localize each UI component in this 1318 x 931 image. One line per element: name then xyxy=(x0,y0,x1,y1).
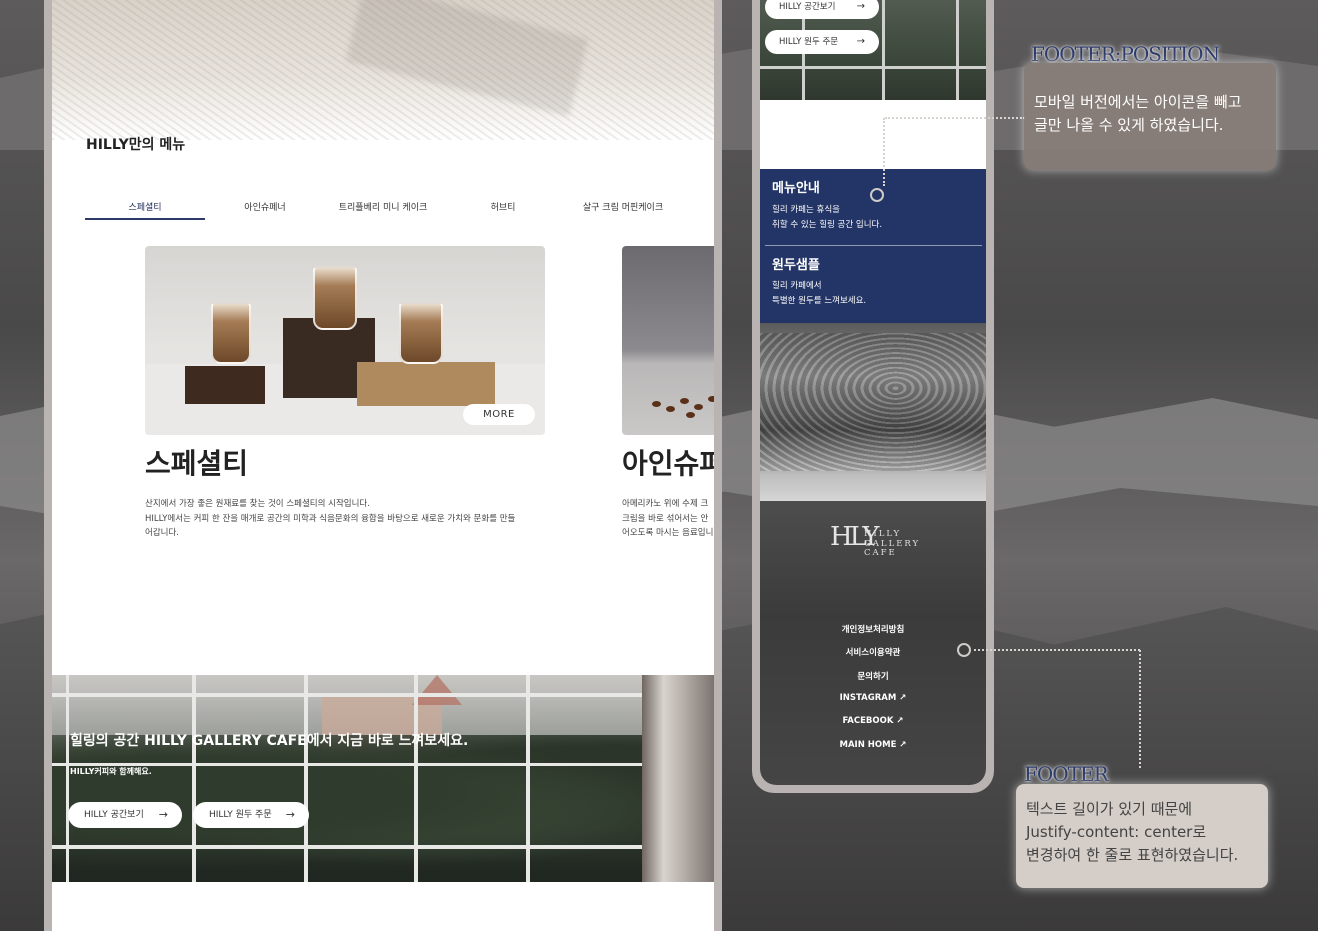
coffee-bean xyxy=(694,404,703,410)
cafe-logo-text: HILLY GALLERY CAFE xyxy=(864,529,920,559)
annotation-marker xyxy=(870,188,884,202)
tab-herb-tea[interactable]: 허브티 xyxy=(443,196,563,220)
desc-line: 산지에서 가장 좋은 원재료를 찾는 것이 스페셜티의 시작입니다. xyxy=(145,499,370,509)
note-line: 글만 나올 수 있게 하였습니다. xyxy=(1034,116,1224,134)
coffee-bean xyxy=(686,412,695,418)
coffee-cup xyxy=(313,266,357,330)
annotation-connector xyxy=(883,118,885,186)
tab-triple-berry-cake[interactable]: 트리플베리 미니 케이크 xyxy=(323,196,443,220)
tab-specialty[interactable]: 스페셜티 xyxy=(85,196,205,220)
banner-title: 힐링의 공간 HILLY GALLERY CAFE에서 지금 바로 느껴보세요. xyxy=(70,733,469,749)
window-frame xyxy=(882,0,885,100)
hero-fabric-image xyxy=(52,0,714,140)
card-title: 아인슈퍼 xyxy=(622,447,714,480)
mobile-spacer xyxy=(760,100,986,170)
window-frame xyxy=(304,675,308,882)
section-title: HILLY만의 메뉴 xyxy=(86,137,186,153)
banner-subtitle: HILLY커피와 함께해요. xyxy=(70,767,152,776)
note-line: 변경하여 한 줄로 표현하였습니다. xyxy=(1026,846,1239,864)
desc-line: 취할 수 있는 힐링 공간 입니다. xyxy=(772,220,883,230)
desc-line: 아메리카노 위에 수제 크 xyxy=(622,499,709,509)
window-frame xyxy=(414,675,418,882)
button-label: HILLY 원두 주문 xyxy=(779,37,839,47)
footer-link-contact[interactable]: 문의하기 xyxy=(760,670,986,682)
arrow-right-icon: → xyxy=(285,808,295,821)
mobile-view-space-button[interactable]: HILLY 공간보기 → xyxy=(765,0,879,19)
banner-roof xyxy=(412,675,462,705)
card-description: 산지에서 가장 좋은 원재료를 찾는 것이 스페셜티의 시작입니다. HILLY… xyxy=(145,497,550,541)
window-frame xyxy=(526,675,530,882)
note-line: 텍스트 길이가 있기 때문에 xyxy=(1026,800,1193,818)
desc-line: 어오도록 마시는 음료입니 xyxy=(622,528,714,538)
card-description: 아메리카노 위에 수제 크 크림을 바로 섞어서는 안 어오도록 마시는 음료입… xyxy=(622,497,714,541)
footer-label: FOOTER xyxy=(1024,762,1109,786)
coffee-bean xyxy=(680,398,689,404)
button-label: HILLY 공간보기 xyxy=(84,810,144,820)
specialty-image[interactable]: MORE xyxy=(145,246,545,435)
view-space-button[interactable]: HILLY 공간보기 → xyxy=(68,802,182,828)
annotation-connector xyxy=(1139,650,1141,768)
banner-pillar xyxy=(642,675,714,882)
divider xyxy=(765,245,982,246)
desc-line: 크림을 바로 섞어서는 안 xyxy=(622,513,709,524)
annotation-connector xyxy=(885,117,1025,119)
desktop-mockup: HILLY만의 메뉴 스페셜티 아인슈페너 트리플베리 미니 케이크 허브티 살… xyxy=(44,0,722,931)
arrow-right-icon: → xyxy=(856,1,865,12)
footer-position-note: 모바일 버전에서는 아이콘을 빼고 글만 나올 수 있게 하였습니다. xyxy=(1024,63,1276,170)
window-frame xyxy=(52,845,652,849)
wood-block xyxy=(185,366,265,404)
window-frame xyxy=(956,0,959,100)
footer-link-privacy[interactable]: 개인정보처리방침 xyxy=(760,623,986,635)
window-frame xyxy=(52,693,652,697)
coffee-cup xyxy=(211,302,251,364)
card-title: 스페셜티 xyxy=(145,447,249,480)
arrow-right-icon: → xyxy=(856,36,865,47)
annotation-marker xyxy=(957,643,971,657)
einspanner-image[interactable] xyxy=(622,246,714,435)
menu-tabs: 스페셜티 아인슈페너 트리플베리 미니 케이크 허브티 살구 크림 머핀케이크 xyxy=(85,196,714,222)
bean-sample-desc: 힐리 카페에서 특별한 원두를 느껴보세요. xyxy=(772,279,866,309)
footer-note: 텍스트 길이가 있기 때문에 Justify-content: center로 … xyxy=(1016,784,1268,888)
footer-link-instagram[interactable]: INSTAGRAM ↗ xyxy=(760,693,986,703)
coffee-bean xyxy=(652,401,661,407)
coffee-cup xyxy=(399,302,443,364)
coffee-bean xyxy=(708,396,714,402)
desc-line: 힐리 카페에서 xyxy=(772,281,822,291)
wood-block xyxy=(357,362,495,406)
window-frame xyxy=(66,675,69,882)
footer-link-facebook[interactable]: FACEBOOK ↗ xyxy=(760,716,986,726)
desc-line: 어갑니다. xyxy=(145,528,179,538)
menu-guide-desc: 힐리 카페는 휴식을 취할 수 있는 힐링 공간 입니다. xyxy=(772,203,882,233)
annotation-connector xyxy=(974,649,1140,651)
window-frame xyxy=(192,675,196,882)
menu-guide-title[interactable]: 메뉴안내 xyxy=(772,177,820,196)
desc-line: 특별한 원두를 느껴보세요. xyxy=(772,296,867,306)
button-label: HILLY 공간보기 xyxy=(779,2,836,12)
coffee-bean xyxy=(666,406,675,412)
button-label: HILLY 원두 주문 xyxy=(209,810,272,820)
note-line: 모바일 버전에서는 아이콘을 빼고 xyxy=(1034,93,1242,111)
bean-sample-title[interactable]: 원두샘플 xyxy=(772,254,820,273)
logo-line: CAFE xyxy=(864,548,897,558)
desc-line: 힐리 카페는 휴식을 xyxy=(772,205,840,215)
desktop-page: HILLY만의 메뉴 스페셜티 아인슈페너 트리플베리 미니 케이크 허브티 살… xyxy=(52,0,714,931)
tab-apricot-muffin[interactable]: 살구 크림 머핀케이크 xyxy=(563,196,683,220)
footer-link-terms[interactable]: 서비스이용약관 xyxy=(760,646,986,658)
tab-einspanner[interactable]: 아인슈페너 xyxy=(205,196,325,220)
footer-link-main-home[interactable]: MAIN HOME ↗ xyxy=(760,740,986,750)
cafe-banner xyxy=(52,675,714,882)
window-frame xyxy=(760,66,986,69)
note-line: Justify-content: center로 xyxy=(1026,823,1207,841)
mobile-order-beans-button[interactable]: HILLY 원두 주문 → xyxy=(765,30,879,54)
more-button[interactable]: MORE xyxy=(463,404,535,425)
desc-line: HILLY에서는 커피 한 잔을 매개로 공간의 미학과 식음문화의 융합을 바… xyxy=(145,513,516,524)
order-beans-button[interactable]: HILLY 원두 주문 → xyxy=(193,802,309,828)
mobile-texture-image xyxy=(760,323,986,501)
arrow-right-icon: → xyxy=(158,808,168,821)
